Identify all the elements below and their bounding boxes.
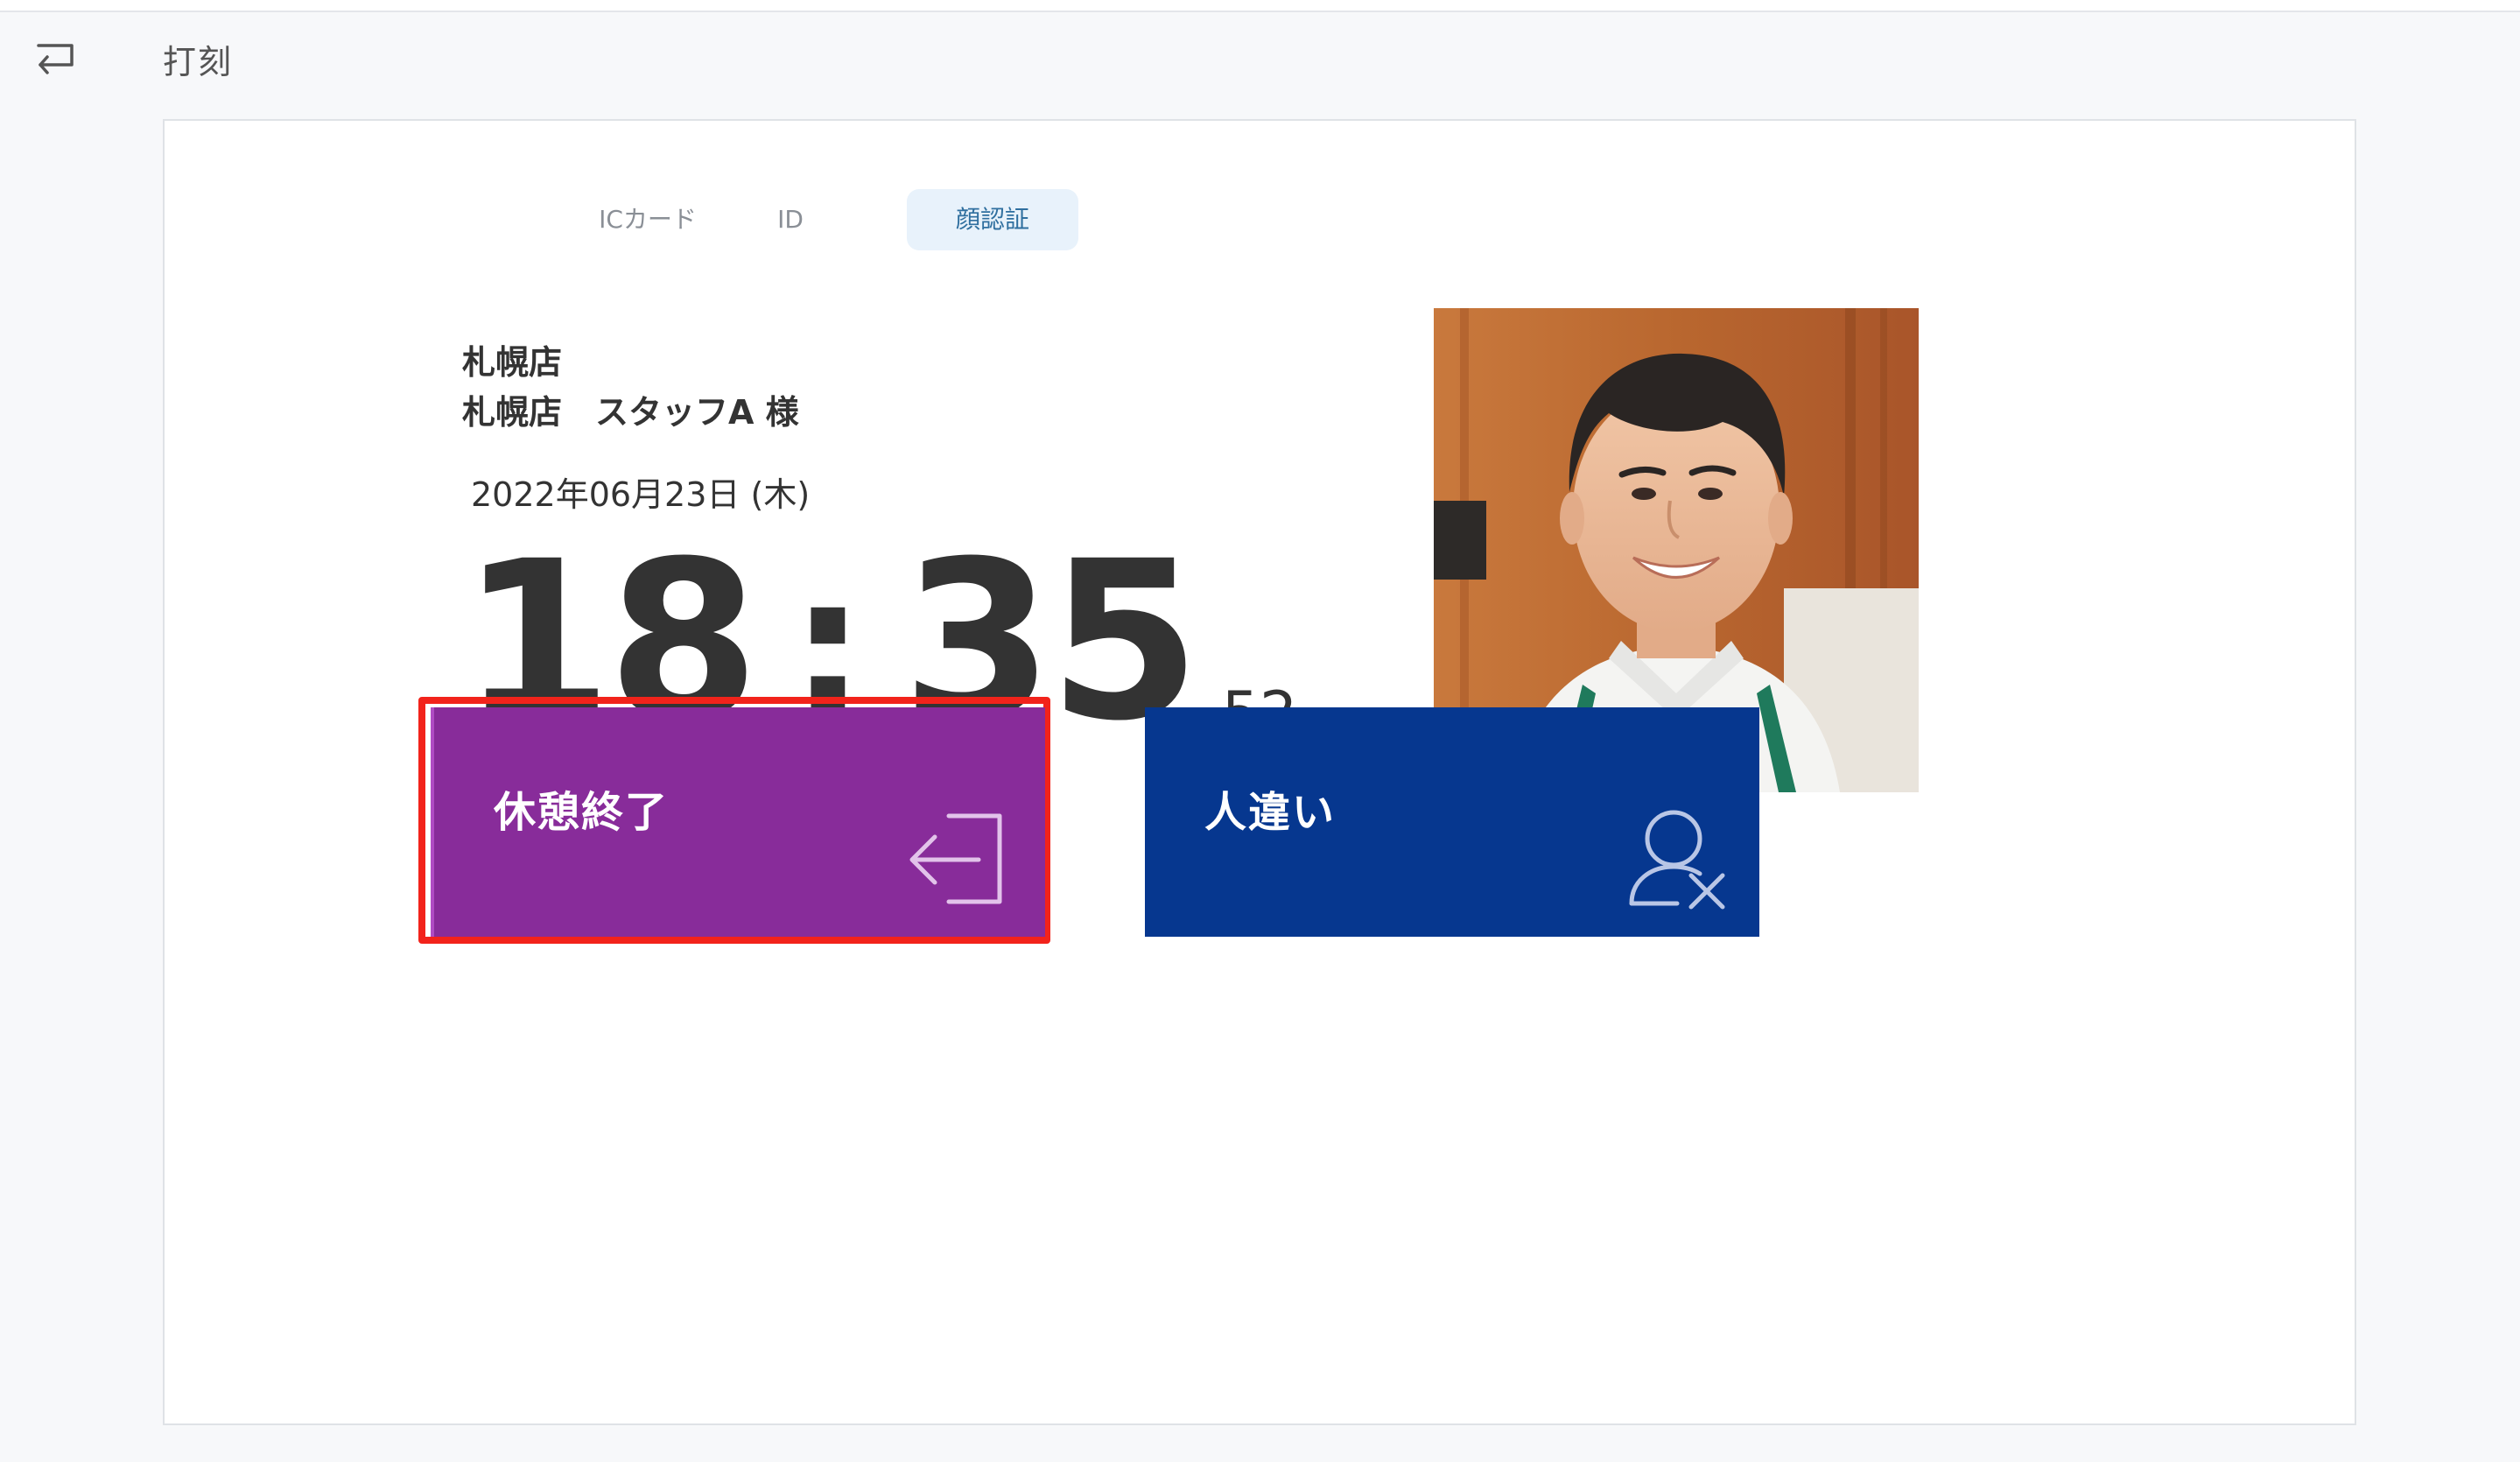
page-title: 打刻 — [163, 43, 234, 81]
tab-face-auth[interactable]: 顔認証 — [907, 189, 1078, 250]
return-arrow-icon — [37, 44, 74, 74]
logout-arrow-icon — [909, 813, 1002, 904]
tab-id[interactable]: ID — [734, 189, 847, 250]
break-end-button[interactable]: 休憩終了 — [431, 707, 1045, 937]
wrong-person-button[interactable]: 人違い — [1145, 707, 1759, 937]
user-remove-icon — [1629, 810, 1725, 910]
store-name: 札幌店 — [462, 343, 563, 382]
top-border — [0, 0, 2520, 12]
tab-ic-card[interactable]: ICカード — [574, 189, 721, 250]
back-button[interactable] — [33, 39, 79, 79]
break-end-label: 休憩終了 — [494, 788, 670, 837]
auth-method-tabs: ICカード ID 顔認証 — [574, 189, 1078, 250]
wrong-person-label: 人違い — [1204, 788, 1337, 837]
staff-name: 札幌店 スタッフA 様 — [462, 393, 799, 432]
